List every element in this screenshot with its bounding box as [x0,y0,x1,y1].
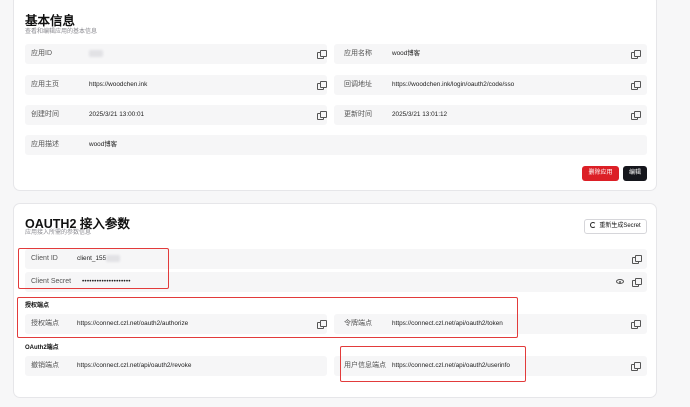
field-app-id: 应用ID [25,44,327,64]
callback-label: 回调地址 [344,81,372,88]
revoke-label: 撤销端点 [31,362,59,369]
copy-icon[interactable] [631,362,641,371]
copy-icon[interactable] [632,255,642,264]
delete-app-button[interactable]: 删除应用 [582,166,619,181]
basic-info-card: 基本信息 查看和编辑应用的基本信息 应用ID 应用名称 wood博客 应用主页 … [13,0,657,191]
copy-icon[interactable] [317,50,327,59]
highlight-box-userinfo [340,346,526,382]
oauth2-subtitle: 应用接入所需的参数信息 [25,230,92,236]
app-name-label: 应用名称 [344,50,372,57]
highlight-box-client [18,248,169,289]
field-revoke: 撤销端点 https://connect.czl.net/api/oauth2/… [25,356,327,376]
field-app-name: 应用名称 wood博客 [334,44,647,64]
homepage-label: 应用主页 [31,81,59,88]
app-name-value: wood博客 [392,50,421,57]
description-value: wood博客 [89,141,118,148]
field-updated: 更新时间 2025/3/21 13:01:12 [334,105,647,125]
eye-icon[interactable] [616,279,624,284]
basic-info-subtitle: 查看和编辑应用的基本信息 [25,29,98,35]
copy-icon[interactable] [631,320,641,329]
field-created: 创建时间 2025/3/21 13:00:01 [25,105,327,125]
edit-button[interactable]: 编辑 [623,166,647,181]
created-value: 2025/3/21 13:00:01 [89,111,145,118]
copy-icon[interactable] [631,111,641,120]
copy-icon[interactable] [317,111,327,120]
redacted-mask [89,49,103,57]
refresh-icon [590,222,597,229]
api-section-heading: OAuth2端点 [25,345,59,351]
highlight-box-auth [17,297,518,338]
field-callback: 回调地址 https://woodchen.ink/login/oauth2/c… [334,75,647,95]
copy-icon[interactable] [631,50,641,59]
callback-value: https://woodchen.ink/login/oauth2/code/s… [392,81,515,88]
field-homepage: 应用主页 https://woodchen.ink [25,75,327,95]
copy-icon[interactable] [632,278,642,287]
updated-label: 更新时间 [344,111,372,118]
created-label: 创建时间 [31,111,59,118]
revoke-value: https://connect.czl.net/api/oauth2/revok… [77,362,192,369]
copy-icon[interactable] [317,81,327,90]
regenerate-secret-button[interactable]: 重新生成Secret [584,219,647,234]
updated-value: 2025/3/21 13:01:12 [392,111,448,118]
app-id-value [89,44,103,64]
homepage-value: https://woodchen.ink [89,81,148,88]
copy-icon[interactable] [631,81,641,90]
app-id-label: 应用ID [31,50,52,57]
field-description: 应用描述 wood博客 [25,135,647,155]
description-label: 应用描述 [31,141,59,148]
